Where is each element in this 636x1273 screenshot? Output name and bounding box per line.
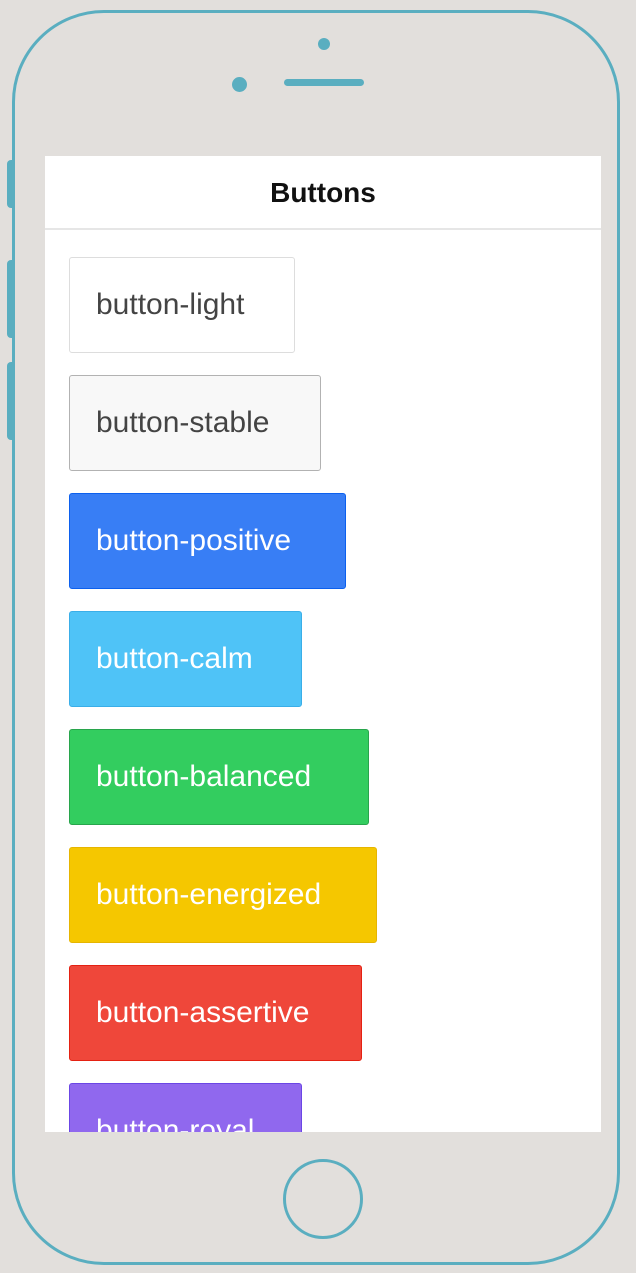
proximity-sensor-icon bbox=[232, 77, 247, 92]
button-balanced[interactable]: button-balanced bbox=[69, 729, 369, 825]
button-calm[interactable]: button-calm bbox=[69, 611, 302, 707]
app-screen: Buttons button-light button-stable butto… bbox=[45, 156, 601, 1132]
button-assertive[interactable]: button-assertive bbox=[69, 965, 362, 1061]
home-button-icon[interactable] bbox=[283, 1159, 363, 1239]
button-royal[interactable]: button-royal bbox=[69, 1083, 302, 1132]
device-mockup: Buttons button-light button-stable butto… bbox=[0, 0, 636, 1273]
button-positive[interactable]: button-positive bbox=[69, 493, 346, 589]
front-camera-icon bbox=[318, 38, 330, 50]
button-light[interactable]: button-light bbox=[69, 257, 295, 353]
button-stable[interactable]: button-stable bbox=[69, 375, 321, 471]
page-title: Buttons bbox=[270, 177, 376, 208]
button-energized[interactable]: button-energized bbox=[69, 847, 377, 943]
speaker-icon bbox=[284, 79, 364, 86]
nav-bar: Buttons bbox=[45, 156, 601, 230]
button-list: button-light button-stable button-positi… bbox=[45, 230, 601, 1132]
